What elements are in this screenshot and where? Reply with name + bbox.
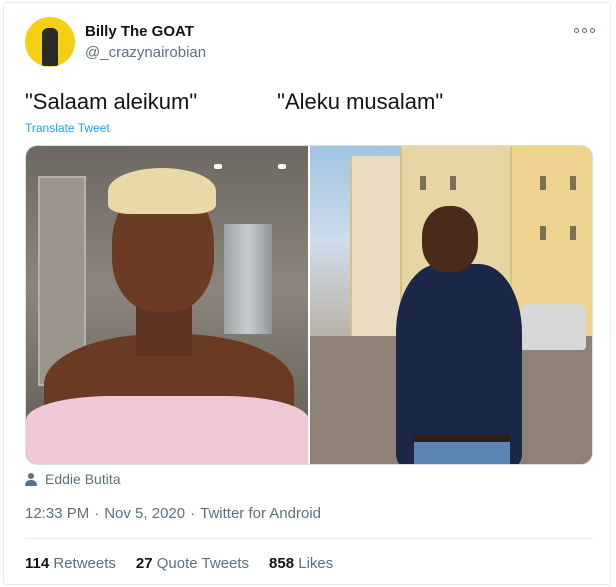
photo-window (540, 226, 546, 240)
tweet-time[interactable]: 12:33 PM (25, 505, 89, 522)
more-options-icon[interactable] (572, 23, 596, 37)
photo-face (422, 206, 478, 272)
photo-ceiling-light (278, 164, 286, 169)
tweet-metadata: 12:33 PM · Nov 5, 2020 · Twitter for And… (25, 505, 321, 522)
tweet-card: Billy The GOAT @_crazynairobian "Salaam … (3, 2, 611, 585)
photo-window (450, 176, 456, 190)
meta-separator: · (94, 505, 100, 522)
tweet-date[interactable]: Nov 5, 2020 (104, 505, 185, 522)
avatar-figure (42, 28, 58, 66)
tweet-source[interactable]: Twitter for Android (200, 505, 321, 522)
quote-tweets-label: Quote Tweets (156, 555, 250, 572)
photo-window (540, 176, 546, 190)
photo-pink-top (26, 396, 308, 464)
media-photo-man[interactable] (310, 146, 592, 464)
translate-tweet-link[interactable]: Translate Tweet (25, 121, 110, 135)
retweets-label: Retweets (53, 555, 116, 572)
author-name[interactable]: Billy The GOAT (85, 23, 194, 40)
person-icon (25, 472, 37, 486)
photo-building (350, 156, 400, 336)
retweets-count: 114 (25, 555, 50, 572)
likes-label: Likes (298, 555, 334, 572)
photo-window (570, 176, 576, 190)
photo-hair (108, 168, 216, 214)
likes-stat[interactable]: 858 Likes (269, 555, 333, 572)
quote-tweets-count: 27 (135, 555, 153, 572)
divider (25, 538, 593, 539)
tweet-text: "Salaam aleikum" "Aleku musalam" (25, 89, 443, 115)
photo-ceiling-light (214, 164, 222, 169)
author-handle[interactable]: @_crazynairobian (85, 44, 206, 61)
photo-window (570, 226, 576, 240)
author-avatar[interactable] (25, 17, 75, 67)
tweet-text-left: "Salaam aleikum" (25, 89, 198, 114)
likes-count: 858 (269, 555, 295, 572)
media-photo-woman[interactable] (26, 146, 308, 464)
media-credit[interactable]: Eddie Butita (25, 471, 121, 487)
meta-separator: · (190, 505, 196, 522)
photo-fridge (224, 224, 272, 334)
photo-jeans (414, 442, 510, 464)
photo-car (520, 304, 586, 350)
tweet-media[interactable] (25, 145, 593, 465)
photo-window (420, 176, 426, 190)
tweet-stats: 114 Retweets 27 Quote Tweets 858 Likes (25, 555, 333, 572)
media-credit-name[interactable]: Eddie Butita (45, 471, 121, 487)
retweets-stat[interactable]: 114 Retweets (25, 555, 116, 572)
quote-tweets-stat[interactable]: 27 Quote Tweets (136, 555, 249, 572)
tweet-text-right: "Aleku musalam" (277, 89, 444, 114)
